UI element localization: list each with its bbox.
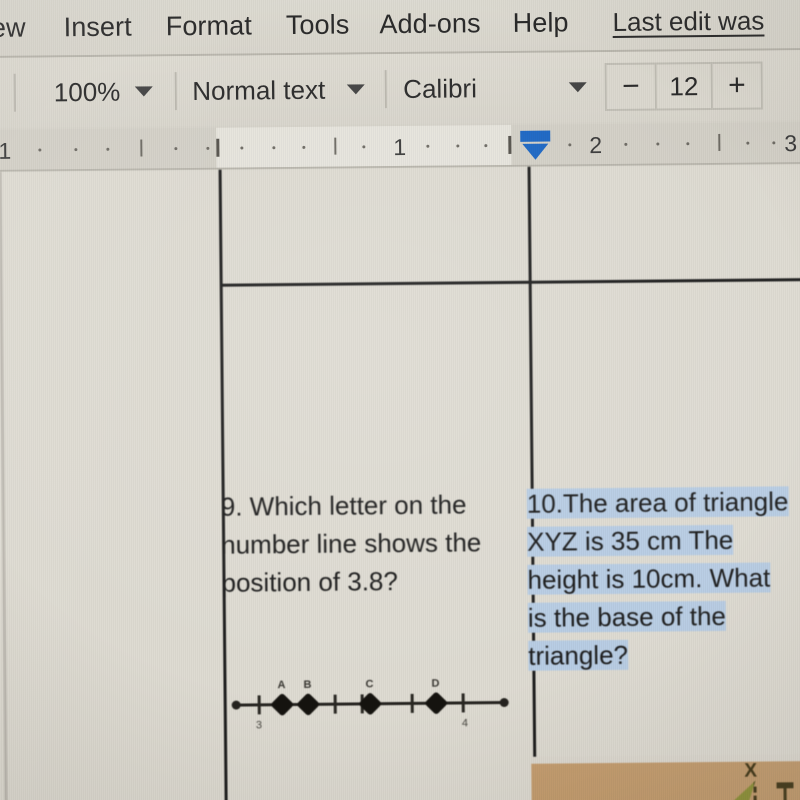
number-line-label-c: C [365, 678, 374, 691]
ruler-tick [568, 143, 572, 147]
ruler-tick [772, 141, 776, 145]
screen-surface: View Insert Format Tools Add-ons Help La… [0, 0, 800, 800]
ruler-tick [624, 142, 628, 146]
dimension-cap-top [776, 782, 794, 789]
paragraph-style-label[interactable]: Normal text [192, 74, 325, 106]
table-border-middle [527, 164, 537, 800]
ruler-tick [74, 148, 78, 152]
ruler-tick [426, 144, 430, 148]
photo-of-screen: View Insert Format Tools Add-ons Help La… [0, 0, 800, 800]
ruler-tick [456, 144, 460, 148]
font-size-input[interactable]: 12 [654, 63, 714, 109]
style-chevron-down-icon[interactable] [347, 84, 366, 95]
font-chevron-down-icon[interactable] [568, 82, 587, 93]
ruler-number-2: 2 [589, 132, 603, 159]
page-left-edge [0, 171, 8, 800]
font-family-label[interactable]: Calibri [403, 73, 477, 105]
ruler-tick [656, 142, 660, 146]
number-line-left-endpoint [231, 700, 241, 710]
indent-triangle-icon [522, 143, 549, 160]
question-9-text[interactable]: 9. Which letter on the number line shows… [221, 485, 512, 602]
menu-help[interactable]: Help [513, 7, 569, 39]
toolbar-divider-1 [13, 73, 16, 112]
ruler-tick [334, 137, 337, 155]
number-line-point-a [270, 692, 295, 717]
menu-format[interactable]: Format [166, 10, 252, 42]
ruler-tick [206, 146, 210, 150]
indent-marker[interactable] [520, 130, 551, 161]
menu-bar: View Insert Format Tools Add-ons Help La… [0, 0, 800, 56]
ruler-tick [362, 145, 366, 149]
table-border-row [219, 278, 800, 287]
number-line-point-b [296, 692, 321, 717]
ruler-number-3: 3 [784, 130, 798, 157]
last-edit-status[interactable]: Last edit was [612, 5, 764, 37]
ruler-tick [140, 139, 143, 157]
question-10-highlighted-span: 10.The area of triangle XYZ is 35 cm The… [526, 486, 789, 671]
number-line-tick [333, 694, 337, 714]
font-size-increase-button[interactable]: + [713, 64, 761, 108]
number-line-right-endpoint [499, 697, 509, 708]
ruler-tick [240, 146, 244, 150]
menu-addons[interactable]: Add-ons [379, 8, 481, 40]
table-border-left [218, 165, 228, 800]
number-line-label-d: D [431, 677, 440, 690]
ruler-tick [484, 144, 488, 148]
number-line-point-d [424, 691, 449, 716]
toolbar-divider-3 [385, 70, 388, 109]
triangle-vertex-label-x: X [744, 760, 758, 782]
number-line-tick [461, 693, 465, 713]
triangle-xyz-figure[interactable]: X 10 c [531, 753, 800, 800]
ruler-tick [38, 148, 42, 152]
menu-tools[interactable]: Tools [286, 9, 350, 41]
menu-insert[interactable]: Insert [63, 11, 131, 43]
zoom-chevron-down-icon[interactable] [134, 86, 153, 97]
menu-view[interactable]: View [0, 12, 26, 44]
number-line-tick [410, 693, 414, 713]
font-size-stepper: − 12 + [604, 61, 764, 112]
ruler-tick [746, 141, 750, 145]
ruler-margin-right-marker[interactable] [508, 135, 512, 154]
ruler-tick [718, 133, 721, 151]
number-line-label-a: A [277, 679, 286, 692]
zoom-level-label[interactable]: 100% [54, 76, 121, 108]
number-line-tick [257, 695, 261, 715]
number-line-label-b: B [303, 678, 312, 691]
ruler-number-1b: 1 [393, 133, 407, 161]
ruler-tick [174, 147, 178, 151]
ruler-number-1a: 1 [0, 137, 12, 164]
ruler-tick [272, 146, 276, 150]
font-size-decrease-button[interactable]: − [607, 65, 655, 109]
ruler-margin-left-marker[interactable] [216, 138, 220, 157]
document-page[interactable]: 9. Which letter on the number line shows… [0, 164, 800, 800]
number-line-end-label: 4 [461, 717, 469, 730]
indent-bar [520, 130, 551, 142]
question-10-text[interactable]: 10.The area of triangle XYZ is 35 cm The… [526, 482, 797, 675]
number-line-start-label: 3 [255, 719, 263, 732]
toolbar: 100% Normal text Calibri − 12 + [0, 50, 800, 128]
ruler-tick [686, 142, 690, 146]
number-line-figure: A B C D 3 4 [229, 675, 510, 734]
ruler-tick [106, 147, 110, 151]
toolbar-divider-2 [174, 72, 177, 111]
ruler-tick [302, 145, 306, 149]
